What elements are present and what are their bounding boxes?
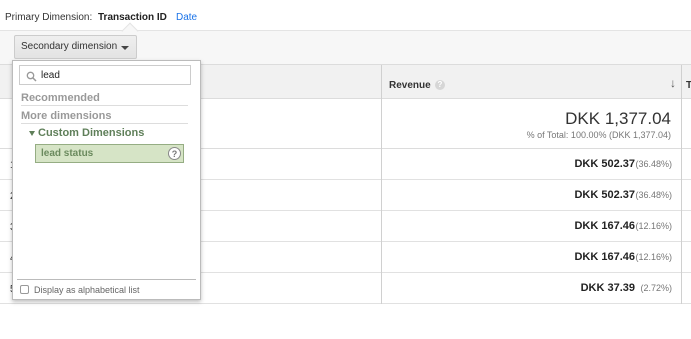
revenue-total-value: DKK 1,377.04 (565, 109, 671, 128)
revenue-value: DKK 167.46 (574, 220, 635, 232)
revenue-value: DKK 167.46 (574, 251, 635, 263)
revenue-percent: (36.48%) (635, 190, 672, 200)
revenue-cell: DKK 37.39 (2.72%) (381, 273, 682, 304)
secondary-dimension-label: Secondary dimension (21, 41, 118, 52)
revenue-percent: (36.48%) (635, 159, 672, 169)
dimension-search-box[interactable] (19, 65, 191, 85)
custom-dimensions-label: Custom Dimensions (38, 127, 145, 139)
revenue-cell: DKK 167.46 (12.16%) (381, 211, 682, 242)
revenue-header-label: Revenue (389, 80, 431, 91)
primary-dimension-transaction-id[interactable]: Transaction ID (98, 12, 167, 23)
sort-arrow-icon[interactable]: ↓ (670, 76, 676, 90)
secondary-dimension-dropdown: Recommended More dimensions Custom Dimen… (12, 60, 201, 300)
revenue-value: DKK 502.37 (574, 158, 635, 170)
revenue-cell: DKK 502.37 (36.48%) (381, 149, 682, 180)
revenue-column-header[interactable]: Revenue ? ↓ (381, 65, 682, 100)
alphabetical-list-label[interactable]: Display as alphabetical list (34, 285, 140, 295)
revenue-total-cell: DKK 1,377.04 % of Total: 100.00% (DKK 1,… (381, 99, 682, 149)
dropdown-footer: Display as alphabetical list (17, 279, 196, 298)
dimension-option-lead-status[interactable]: lead status ? (35, 144, 184, 163)
revenue-value: DKK 502.37 (574, 189, 635, 201)
chevron-down-icon (121, 46, 129, 50)
revenue-cell: DKK 167.46 (12.16%) (381, 242, 682, 273)
help-icon[interactable]: ? (435, 80, 445, 90)
revenue-percent: (2.72%) (640, 283, 672, 293)
help-icon[interactable]: ? (168, 147, 181, 160)
revenue-percent: (12.16%) (635, 252, 672, 262)
custom-dimensions-category[interactable]: Custom Dimensions (29, 127, 144, 139)
alphabetical-list-checkbox[interactable] (20, 285, 29, 294)
more-dimensions-header: More dimensions (21, 110, 188, 124)
revenue-percent: (12.16%) (635, 221, 672, 231)
primary-dimension-label: Primary Dimension: (5, 12, 93, 23)
dimension-search-input[interactable] (41, 67, 186, 83)
primary-dimension-date-link[interactable]: Date (176, 12, 197, 23)
dimension-option-label: lead status (41, 148, 94, 159)
search-icon (26, 69, 37, 87)
primary-dimension-bar: Primary Dimension: Transaction ID Date (0, 0, 691, 31)
next-column-header[interactable]: T (686, 80, 691, 91)
secondary-dimension-button[interactable]: Secondary dimension (14, 35, 137, 59)
revenue-total-subtext: % of Total: 100.00% (DKK 1,377.04) (526, 130, 671, 140)
recommended-header: Recommended (21, 92, 188, 106)
revenue-cell: DKK 502.37 (36.48%) (381, 180, 682, 211)
revenue-value: DKK 37.39 (580, 282, 635, 294)
triangle-down-icon (29, 130, 35, 136)
